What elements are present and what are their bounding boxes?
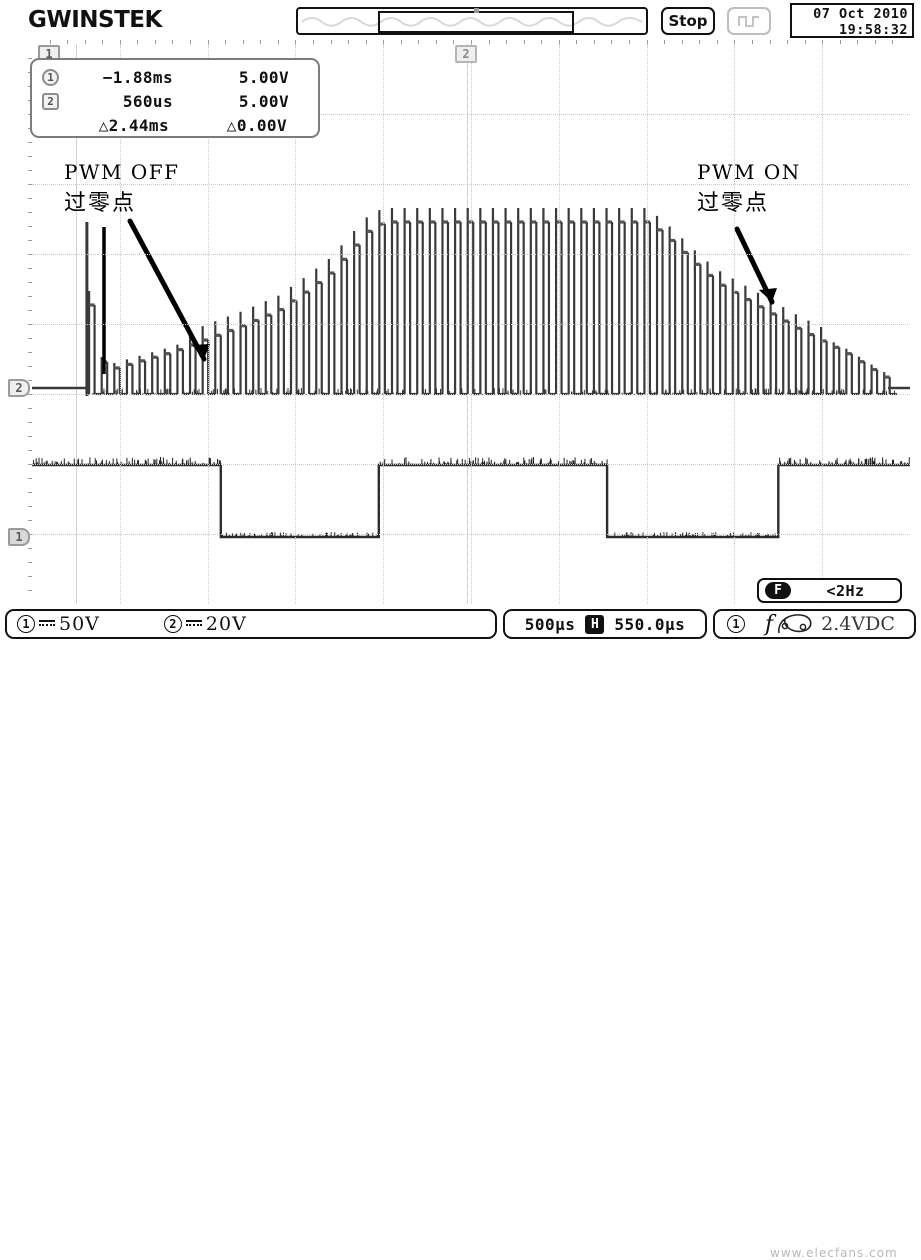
- cursor-marker-2-top[interactable]: 2: [455, 45, 477, 63]
- channel-2-position-marker[interactable]: 2: [8, 379, 30, 397]
- channel-1-position-marker[interactable]: 1: [8, 528, 30, 546]
- header-bar: GWINSTEK Stop 07 Oct 2010 19:58:32: [0, 0, 921, 40]
- measurement-delta-row: △2.44ms △0.00V: [32, 113, 318, 137]
- channel-2-scale: 20V: [206, 613, 247, 635]
- graticule-hline: [32, 534, 910, 535]
- square-wave-icon[interactable]: [727, 7, 771, 35]
- dc-coupling-icon-1: [39, 620, 55, 629]
- overview-position-marker: [474, 8, 479, 13]
- run-stop-button[interactable]: Stop: [661, 7, 715, 35]
- annotation-pwm-off-line1: PWM OFF: [64, 160, 180, 184]
- measurement-badge-2: 2: [42, 93, 59, 110]
- timebase-panel[interactable]: 500µs H 550.0µs: [503, 609, 707, 639]
- bottom-status-bar: 1 50V 2 20V 500µs H 550.0µs 1 f 2.4VDC w…: [0, 608, 921, 644]
- measurement-volt-1: 5.00V: [179, 68, 289, 87]
- dc-coupling-icon-2: [186, 620, 202, 629]
- annotation-pwm-off-line2: 过零点: [64, 185, 180, 217]
- oscilloscope-screen: GWINSTEK Stop 07 Oct 2010 19:58:32 1 2 2…: [0, 0, 921, 661]
- graticule-hline: [32, 324, 910, 325]
- timebase-position: 550.0µs: [614, 615, 685, 634]
- frequency-counter: F <2Hz: [757, 578, 902, 603]
- trigger-coupling-icon: [775, 611, 817, 637]
- trigger-level-value: 2.4VDC: [821, 613, 895, 635]
- trigger-slope-icon: f: [765, 612, 773, 637]
- time-text: 19:58:32: [796, 22, 908, 38]
- measurement-delta-volt: △0.00V: [175, 116, 287, 135]
- graticule-hline: [32, 464, 910, 465]
- date-text: 07 Oct 2010: [796, 6, 908, 22]
- measurement-time-2: 560us: [63, 92, 179, 111]
- measurement-delta-time: △2.44ms: [42, 116, 175, 135]
- channel-1-badge: 1: [17, 615, 35, 633]
- overview-zoom-window[interactable]: [378, 11, 574, 33]
- timebase-scale: 500µs: [525, 615, 576, 634]
- waveform-overview-bar[interactable]: [296, 7, 648, 35]
- measurement-badge-1: 1: [42, 69, 59, 86]
- measurement-row: 2 560us 5.00V: [32, 89, 318, 113]
- annotation-pwm-on-line1: PWM ON: [697, 160, 801, 184]
- measurement-time-1: −1.88ms: [63, 68, 179, 87]
- annotation-pwm-on: PWM ON 过零点: [697, 160, 801, 217]
- measurement-volt-2: 5.00V: [179, 92, 289, 111]
- brand-logo-text: GWINSTEK: [28, 7, 162, 33]
- channel-1-setting[interactable]: 1 50V: [17, 613, 100, 635]
- channel-1-scale: 50V: [59, 613, 100, 635]
- frequency-counter-badge: F: [765, 582, 791, 599]
- date-time-display: 07 Oct 2010 19:58:32: [790, 3, 914, 38]
- trigger-panel[interactable]: 1 f 2.4VDC: [713, 609, 916, 639]
- channel-2-setting[interactable]: 2 20V: [164, 613, 247, 635]
- watermark-text: www.elecfans.com: [770, 1246, 898, 1260]
- annotation-pwm-on-line2: 过零点: [697, 185, 801, 217]
- graticule-hline: [32, 394, 910, 395]
- cursor-measurement-box: 1 −1.88ms 5.00V 2 560us 5.00V △2.44ms △0…: [30, 58, 320, 138]
- channel-settings-panel: 1 50V 2 20V: [5, 609, 497, 639]
- annotation-pwm-off: PWM OFF 过零点: [64, 160, 180, 217]
- measurement-row: 1 −1.88ms 5.00V: [32, 65, 318, 89]
- frequency-counter-value: <2Hz: [791, 582, 900, 600]
- brand-logo: GWINSTEK: [28, 7, 162, 33]
- trigger-source-badge: 1: [727, 615, 745, 633]
- graticule-hline: [32, 254, 910, 255]
- timebase-mode-badge: H: [585, 615, 604, 634]
- channel-2-badge: 2: [164, 615, 182, 633]
